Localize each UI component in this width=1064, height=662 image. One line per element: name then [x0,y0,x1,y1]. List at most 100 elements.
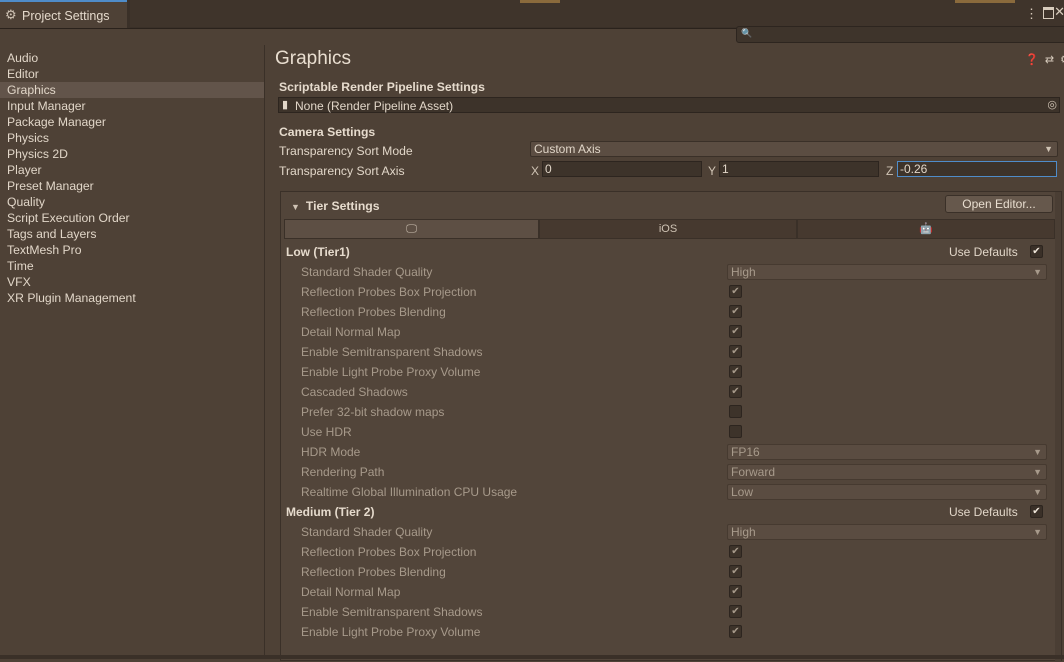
setting-row: Enable Semitransparent Shadows ✔ [281,342,1061,362]
camera-settings-heading: Camera Settings [279,125,376,139]
sidebar-item-quality[interactable]: Quality [0,194,264,210]
more-options-icon[interactable]: ⋮ [1025,6,1038,22]
setting-label: Reflection Probes Blending [301,305,446,319]
settings-icon[interactable]: ⚙ [1060,54,1064,66]
preset-icon[interactable]: ⇄ [1045,54,1054,66]
setting-checkbox[interactable] [729,405,742,418]
setting-row: Standard Shader Quality High ▼ [281,262,1061,282]
settings-sidebar: Audio Editor Graphics Input Manager Package … [0,45,265,659]
object-picker-icon[interactable]: ◎ [1047,98,1057,111]
setting-dropdown[interactable]: Forward ▼ [727,464,1047,480]
sidebar-item-preset-manager[interactable]: Preset Manager [0,178,264,194]
sidebar-item-tags-and-layers[interactable]: Tags and Layers [0,226,264,242]
sidebar-item-input-manager[interactable]: Input Manager [0,98,264,114]
setting-label: Prefer 32-bit shadow maps [301,405,445,419]
setting-row: Enable Semitransparent Shadows ✔ [281,602,1061,622]
setting-label: Standard Shader Quality [301,265,433,279]
setting-dropdown[interactable]: High ▼ [727,524,1047,540]
setting-checkbox[interactable]: ✔ [729,285,742,298]
setting-checkbox[interactable]: ✔ [729,325,742,338]
document-icon: ▮ [282,99,289,111]
sidebar-item-vfx[interactable]: VFX [0,274,264,290]
srp-heading: Scriptable Render Pipeline Settings [279,80,485,94]
setting-checkbox[interactable]: ✔ [729,605,742,618]
setting-value: FP16 [731,445,760,459]
sidebar-item-script-execution-order[interactable]: Script Execution Order [0,210,264,226]
sidebar-item-textmesh-pro[interactable]: TextMesh Pro [0,242,264,258]
setting-row: Prefer 32-bit shadow maps [281,402,1061,422]
x-label: X [531,164,540,178]
sidebar-item-editor[interactable]: Editor [0,66,264,82]
setting-row: Realtime Global Illumination CPU Usage Lo… [281,482,1061,502]
setting-checkbox[interactable]: ✔ [729,365,742,378]
title-bar: ⚙ Project Settings ⋮ ✕ [0,0,1064,29]
setting-checkbox[interactable] [729,425,742,438]
sidebar-item-package-manager[interactable]: Package Manager [0,114,264,130]
setting-checkbox[interactable]: ✔ [729,625,742,638]
sidebar-item-audio[interactable]: Audio [0,50,264,66]
sort-axis-x-field[interactable]: 0 [542,161,702,177]
use-defaults-checkbox[interactable]: ✔ [1030,245,1043,258]
setting-label: HDR Mode [301,445,361,459]
setting-label: Enable Light Probe Proxy Volume [301,625,481,639]
sidebar-item-physics[interactable]: Physics [0,130,264,146]
setting-label: Reflection Probes Blending [301,565,446,579]
scrollbar[interactable] [1055,192,1061,662]
tier-header-medium: Medium (Tier 2) Use Defaults ✔ [281,502,1061,522]
foldout-arrow-icon[interactable]: ▼ [291,202,300,212]
z-value: -0.26 [900,162,928,176]
setting-dropdown[interactable]: FP16 ▼ [727,444,1047,460]
x-value: 0 [545,162,552,176]
sort-axis-z-field[interactable]: -0.26 [897,161,1057,177]
setting-row: HDR Mode FP16 ▼ [281,442,1061,462]
tier-title: Medium (Tier 2) [286,505,375,519]
use-defaults-checkbox[interactable]: ✔ [1030,505,1043,518]
setting-label: Enable Semitransparent Shadows [301,605,483,619]
setting-checkbox[interactable]: ✔ [729,385,742,398]
setting-checkbox[interactable]: ✔ [729,305,742,318]
background-decoration [955,0,1015,3]
page-title: Graphics [275,48,352,69]
maximize-icon[interactable] [1043,7,1054,19]
setting-label: Detail Normal Map [301,585,401,599]
tab-android[interactable]: 🤖 [797,219,1055,239]
gear-icon: ⚙ [5,7,17,22]
tier-header-low: Low (Tier1) Use Defaults ✔ [281,242,1061,262]
sidebar-item-xr-plugin-management[interactable]: XR Plugin Management [0,290,264,306]
sort-mode-dropdown[interactable]: Custom Axis ▼ [530,141,1058,157]
setting-dropdown[interactable]: High ▼ [727,264,1047,280]
setting-dropdown[interactable]: Low ▼ [727,484,1047,500]
close-icon[interactable]: ✕ [1054,4,1064,20]
setting-checkbox[interactable]: ✔ [729,345,742,358]
setting-checkbox[interactable]: ✔ [729,585,742,598]
tier-settings-header[interactable]: ▼ Tier Settings [291,199,380,213]
setting-row: Detail Normal Map ✔ [281,322,1061,342]
tab-ios[interactable]: iOS [539,219,797,239]
setting-label: Cascaded Shadows [301,385,408,399]
help-icon[interactable]: ❓ [1025,54,1039,66]
search-input[interactable]: 🔍 [736,26,1064,43]
sidebar-item-physics-2d[interactable]: Physics 2D [0,146,264,162]
window-title: Project Settings [22,9,110,23]
setting-checkbox[interactable]: ✔ [729,565,742,578]
window-tab[interactable]: ⚙ Project Settings [0,0,127,28]
desktop-icon: 🖵 [406,223,417,235]
sidebar-item-graphics[interactable]: Graphics [0,82,264,98]
platform-tabs: 🖵 iOS 🤖 [284,219,1056,239]
tab-desktop[interactable]: 🖵 [284,219,539,239]
setting-row: Enable Light Probe Proxy Volume ✔ [281,622,1061,642]
sort-axis-y-field[interactable]: 1 [719,161,879,177]
setting-label: Enable Light Probe Proxy Volume [301,365,481,379]
setting-value: Low [731,485,754,499]
setting-row: Reflection Probes Box Projection ✔ [281,282,1061,302]
render-pipeline-asset-field[interactable]: ▮ None (Render Pipeline Asset) ◎ [278,97,1060,113]
setting-checkbox[interactable]: ✔ [729,545,742,558]
sidebar-item-time[interactable]: Time [0,258,264,274]
sidebar-item-player[interactable]: Player [0,162,264,178]
chevron-down-icon: ▼ [1033,447,1042,457]
use-defaults-label: Use Defaults [949,505,1018,519]
chevron-down-icon: ▼ [1033,527,1042,537]
open-editor-button[interactable]: Open Editor... [945,195,1053,213]
tier-settings-label: Tier Settings [305,199,380,213]
setting-value: High [731,265,756,279]
